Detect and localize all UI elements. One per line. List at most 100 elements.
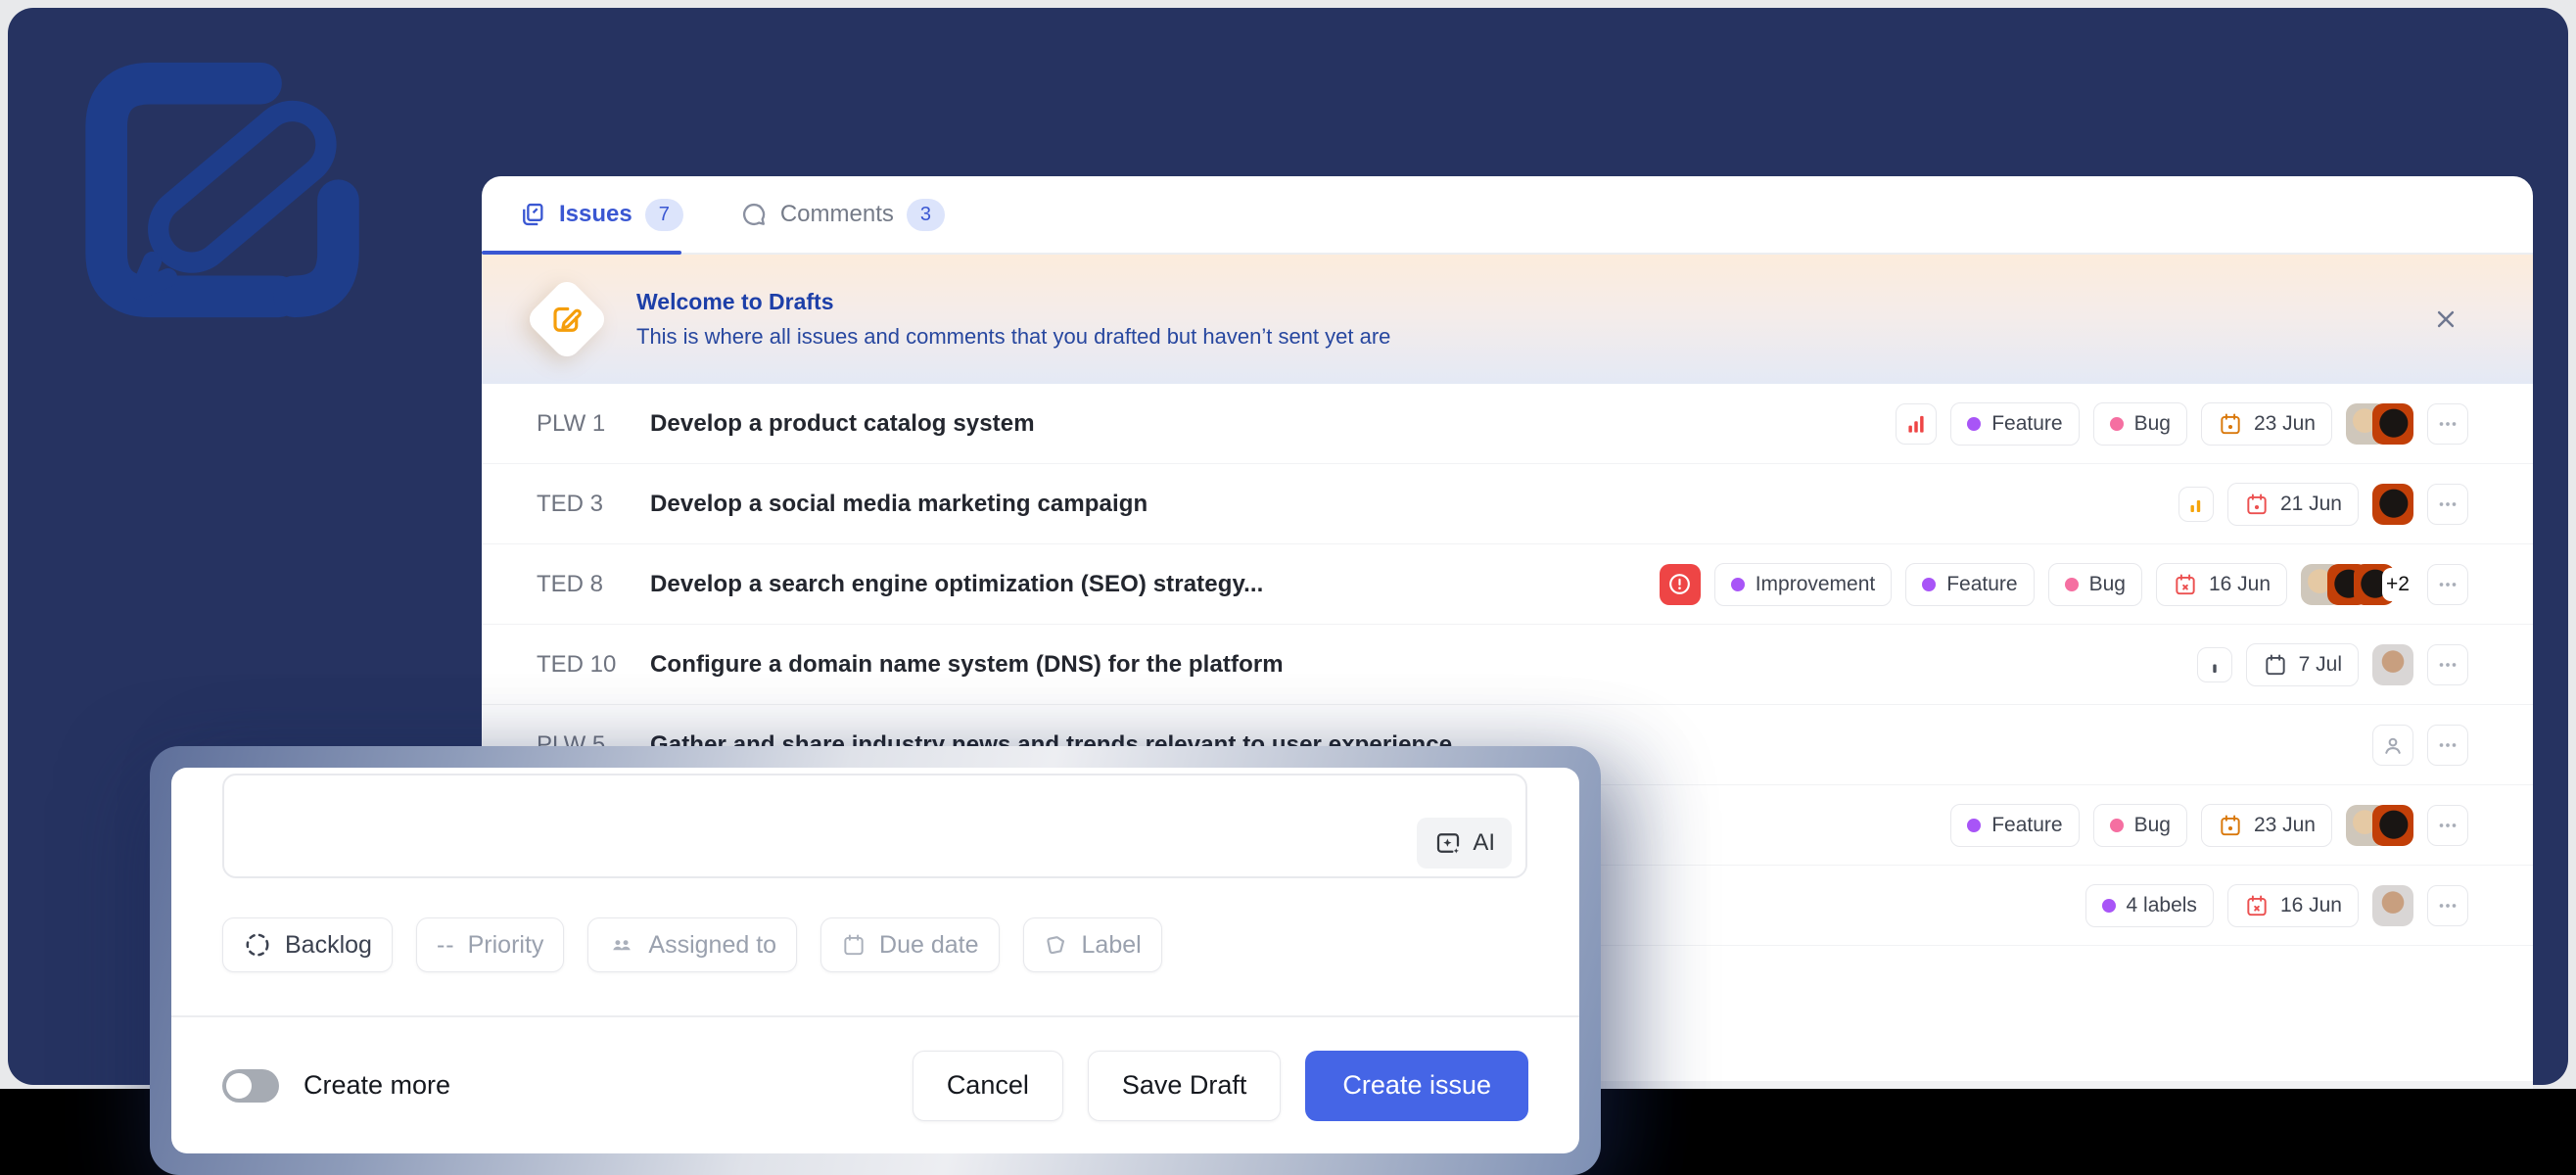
more-button[interactable] <box>2427 484 2468 525</box>
avatar <box>2372 484 2413 525</box>
banner-title: Welcome to Drafts <box>636 289 1390 315</box>
issue-row[interactable]: TED 3 Develop a social media marketing c… <box>482 464 2533 544</box>
calendar-icon <box>2173 572 2198 597</box>
issue-title: Develop a social media marketing campaig… <box>650 491 1147 518</box>
issue-badges: 4 labels 16 Jun <box>2085 884 2468 927</box>
assignee-placeholder-icon <box>2380 732 2406 758</box>
screenshot-stage: Issues 7 Comments 3 Welcome to Drafts <box>0 0 2576 1175</box>
issue-badges: ImprovementFeatureBug16 Jun+2 <box>1660 563 2468 606</box>
tab-bar: Issues 7 Comments 3 <box>482 176 2533 255</box>
due-date-badge[interactable]: 7 Jul <box>2246 643 2359 686</box>
more-button[interactable] <box>2427 805 2468 846</box>
issue-properties-row: Backlog --Priority Assigned to Due date … <box>222 917 1162 972</box>
more-icon <box>2435 492 2460 517</box>
close-icon <box>2431 305 2460 334</box>
issue-row[interactable]: PLW 1 Develop a product catalog system F… <box>482 384 2533 464</box>
label-badge[interactable]: Bug <box>2093 804 2187 847</box>
no-priority-icon: -- <box>437 931 455 960</box>
ai-assist-button[interactable]: AI <box>1417 818 1512 869</box>
more-icon <box>2435 652 2460 678</box>
issue-title: Develop a search engine optimization (SE… <box>650 571 1263 598</box>
priority-urgent-button[interactable] <box>1660 564 1701 605</box>
create-more-label: Create more <box>304 1070 450 1101</box>
property-due-date-button[interactable]: Due date <box>820 917 999 972</box>
label-badge[interactable]: Improvement <box>1714 563 1893 606</box>
banner-badge <box>524 276 610 362</box>
more-button[interactable] <box>2427 885 2468 926</box>
tab-comments-count: 3 <box>907 199 945 231</box>
due-date-icon-wrap <box>841 932 866 958</box>
calendar-icon <box>2244 492 2270 517</box>
issue-title: Configure a domain name system (DNS) for… <box>650 651 1284 679</box>
tab-issues[interactable]: Issues 7 <box>519 199 683 231</box>
issue-badges: 7 Jul <box>2197 643 2468 686</box>
label-badge[interactable]: 4 labels <box>2085 884 2214 927</box>
label-dot <box>2065 578 2079 591</box>
label-tag-icon <box>1044 932 1069 958</box>
more-button[interactable] <box>2427 644 2468 685</box>
label-badge[interactable]: Bug <box>2093 402 2187 446</box>
banner-close-button[interactable] <box>2423 297 2468 342</box>
avatar-stack <box>2372 885 2413 926</box>
calendar-icon <box>2218 411 2243 437</box>
property-label-button[interactable]: Label <box>1023 917 1162 972</box>
more-icon <box>2435 893 2460 918</box>
label-badge[interactable]: Feature <box>1950 402 2079 446</box>
due-date-badge[interactable]: 23 Jun <box>2201 804 2332 847</box>
avatar-stack <box>2372 644 2413 685</box>
avatar <box>2372 805 2413 846</box>
issue-badges: 21 Jun <box>2178 483 2468 526</box>
tab-comments[interactable]: Comments 3 <box>740 199 945 231</box>
property-assigned-to-button[interactable]: Assigned to <box>587 917 797 972</box>
priority-button[interactable] <box>2197 647 2232 682</box>
issue-description-input[interactable] <box>238 785 1349 867</box>
more-button[interactable] <box>2427 403 2468 445</box>
calendar-icon-wrap <box>2173 572 2198 597</box>
create-more-toggle[interactable] <box>222 1069 279 1103</box>
property-label: Priority <box>468 931 544 960</box>
ai-label: AI <box>1473 829 1495 857</box>
issue-row[interactable]: TED 8 Develop a search engine optimizati… <box>482 544 2533 625</box>
issue-id: TED 8 <box>537 571 634 598</box>
property-backlog-button[interactable]: Backlog <box>222 917 393 972</box>
issues-drafts-icon <box>519 201 546 228</box>
due-date-badge[interactable]: 21 Jun <box>2227 483 2359 526</box>
assignee-placeholder-button[interactable] <box>2372 725 2413 766</box>
more-icon <box>2435 411 2460 437</box>
more-button[interactable] <box>2427 564 2468 605</box>
issue-row[interactable]: TED 10 Configure a domain name system (D… <box>482 625 2533 705</box>
label-dot <box>2102 899 2116 913</box>
priority-button[interactable] <box>1896 403 1937 445</box>
due-date-badge[interactable]: 23 Jun <box>2201 402 2332 446</box>
comments-icon <box>740 201 768 228</box>
label-dot <box>1967 819 1981 832</box>
banner-subtitle: This is where all issues and comments th… <box>636 324 1390 350</box>
issue-badges: Feature Bug 23 Jun <box>1950 804 2468 847</box>
property-label: Label <box>1082 931 1142 960</box>
due-date-badge[interactable]: 16 Jun <box>2156 563 2287 606</box>
avatar-stack <box>2346 403 2413 445</box>
label-badge[interactable]: Feature <box>1950 804 2079 847</box>
priority-button[interactable] <box>2178 487 2214 522</box>
more-button[interactable] <box>2427 725 2468 766</box>
ai-sparkle-icon <box>1433 828 1463 858</box>
create-issue-button[interactable]: Create issue <box>1305 1051 1528 1121</box>
avatar <box>2372 403 2413 445</box>
backlog-icon <box>243 930 272 960</box>
urgent-icon <box>1666 571 1693 597</box>
label-badge[interactable]: Bug <box>2048 563 2142 606</box>
issue-title: Develop a product catalog system <box>650 410 1035 438</box>
calendar-icon <box>2244 893 2270 918</box>
cancel-button[interactable]: Cancel <box>913 1051 1063 1121</box>
label-dot <box>1967 417 1981 431</box>
issue-id: TED 10 <box>537 651 634 679</box>
issue-id: TED 3 <box>537 491 634 518</box>
label-badge[interactable]: Feature <box>1905 563 2034 606</box>
property-priority-button[interactable]: -- Priority <box>416 917 564 972</box>
label-dot <box>1922 578 1936 591</box>
save-draft-button[interactable]: Save Draft <box>1088 1051 1282 1121</box>
due-date-badge[interactable]: 16 Jun <box>2227 884 2359 927</box>
assigned-to-icon <box>608 931 635 959</box>
issue-badges: Feature Bug 23 Jun <box>1896 402 2468 446</box>
priority-high-icon <box>1903 411 1929 437</box>
